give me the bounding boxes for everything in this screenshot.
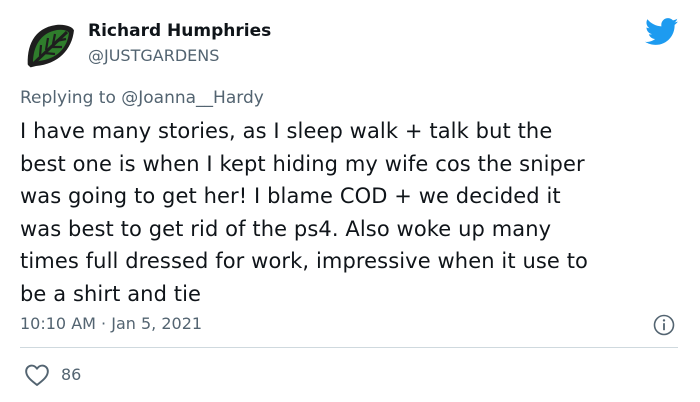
tweet-time: 10:10 AM bbox=[20, 314, 96, 333]
tweet-date: Jan 5, 2021 bbox=[111, 314, 203, 333]
reply-to-handle-link[interactable]: @Joanna__Hardy bbox=[121, 88, 264, 108]
tweet-text-line: be a shirt and tie bbox=[20, 281, 202, 306]
tweet-text-line: times full dressed for work, impressive … bbox=[20, 249, 588, 273]
twitter-bird-icon[interactable] bbox=[645, 18, 679, 46]
tweet-timestamp[interactable]: 10:10 AM · Jan 5, 2021 bbox=[20, 314, 202, 333]
reply-prefix: Replying to bbox=[20, 88, 116, 108]
tweet-text-line: was best to get rid of the ps4. Also wok… bbox=[20, 216, 552, 241]
reply-context: Replying to @Joanna__Hardy bbox=[20, 88, 264, 108]
tweet-text: I have many stories, as I sleep walk + t… bbox=[20, 115, 685, 310]
tweet-card: Richard Humphries @JUSTGARDENS Replying … bbox=[0, 0, 700, 402]
tweet-text-line: I have many stories, as I sleep walk + t… bbox=[20, 119, 553, 143]
heart-icon[interactable] bbox=[24, 363, 50, 387]
info-icon[interactable] bbox=[652, 313, 676, 337]
timestamp-separator: · bbox=[101, 314, 107, 333]
leaf-logo-icon bbox=[20, 16, 78, 74]
user-handle[interactable]: @JUSTGARDENS bbox=[88, 46, 219, 65]
tweet-text-line: was going to get her! I blame COD + we d… bbox=[20, 184, 561, 208]
like-count: 86 bbox=[61, 365, 82, 384]
user-display-name[interactable]: Richard Humphries bbox=[88, 21, 271, 41]
divider bbox=[20, 347, 678, 348]
tweet-text-line: best one is when I kept hiding my wife c… bbox=[20, 151, 585, 176]
avatar[interactable] bbox=[20, 16, 78, 74]
